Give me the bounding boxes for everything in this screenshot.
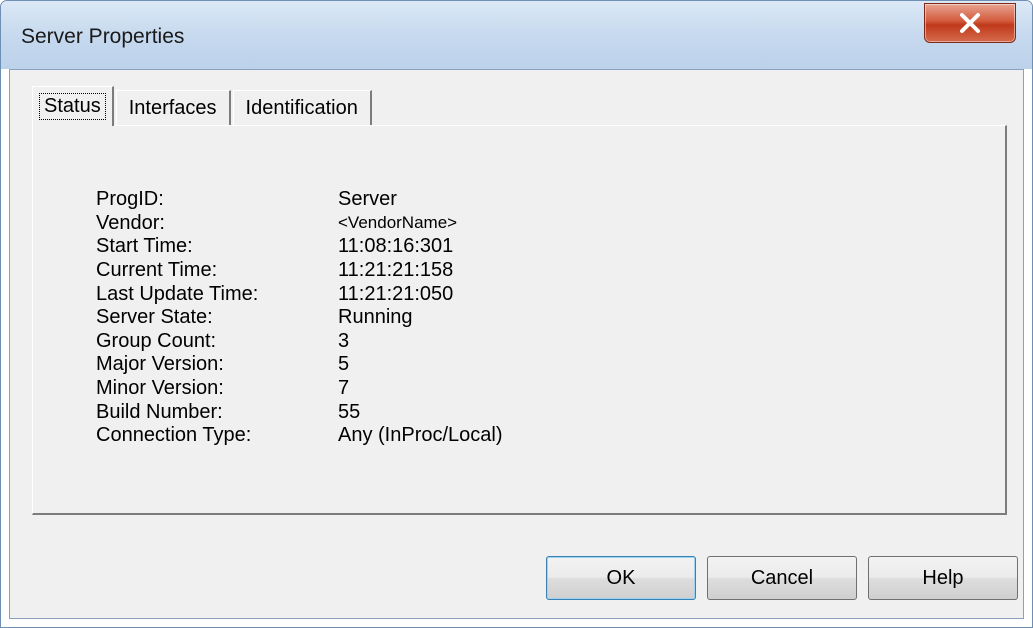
title-bar[interactable]: Server Properties	[1, 1, 1032, 69]
dialog-client-area: Status Interfaces Identification ProgID:…	[9, 69, 1024, 619]
prop-row-build-number: Build Number: 55	[96, 400, 503, 424]
tab-status[interactable]: Status	[32, 86, 114, 126]
prop-row-server-state: Server State: Running	[96, 306, 503, 330]
prop-label: ProgID:	[96, 188, 164, 211]
prop-row-minor-version: Minor Version: 7	[96, 377, 503, 401]
prop-row-current-time: Current Time: 11:21:21:158	[96, 259, 503, 283]
window-title: Server Properties	[21, 25, 185, 48]
tab-identification-label: Identification	[245, 97, 358, 119]
prop-value: 7	[338, 377, 350, 400]
tab-interfaces-label: Interfaces	[128, 97, 217, 119]
prop-row-last-update-time: Last Update Time: 11:21:21:050	[96, 282, 503, 306]
prop-value: Running	[338, 306, 413, 329]
prop-label: Build Number:	[96, 400, 223, 423]
prop-value: Any (InProc/Local)	[338, 424, 503, 447]
close-icon	[960, 13, 980, 33]
prop-value: 55	[338, 400, 361, 423]
prop-label: Minor Version:	[96, 377, 224, 400]
prop-label: Start Time:	[96, 235, 193, 258]
tab-strip: Status Interfaces Identification	[32, 86, 374, 126]
server-properties-dialog: Server Properties Status Interfaces Iden…	[0, 0, 1033, 628]
prop-row-connection-type: Connection Type: Any (InProc/Local)	[96, 424, 503, 448]
prop-value: Server	[338, 188, 397, 211]
tab-identification[interactable]: Identification	[232, 90, 372, 126]
prop-label: Major Version:	[96, 353, 224, 376]
prop-row-vendor: Vendor: <VendorName>	[96, 212, 503, 236]
prop-value: <VendorName>	[338, 213, 458, 233]
prop-row-progid: ProgID: Server	[96, 188, 503, 212]
prop-label: Connection Type:	[96, 424, 252, 447]
cancel-button[interactable]: Cancel	[707, 556, 857, 600]
prop-label: Server State:	[96, 306, 213, 329]
prop-label: Group Count:	[96, 329, 217, 352]
prop-label: Last Update Time:	[96, 282, 259, 305]
prop-value: 5	[338, 353, 350, 376]
close-button[interactable]	[924, 3, 1016, 43]
help-button[interactable]: Help	[868, 556, 1018, 600]
ok-button[interactable]: OK	[546, 556, 696, 600]
tab-interfaces[interactable]: Interfaces	[115, 90, 231, 126]
prop-label: Vendor:	[96, 211, 165, 234]
prop-value: 3	[338, 329, 350, 352]
prop-value: 11:21:21:050	[338, 282, 454, 305]
tab-status-label: Status	[39, 93, 106, 120]
prop-row-major-version: Major Version: 5	[96, 353, 503, 377]
prop-label: Current Time:	[96, 259, 218, 282]
prop-row-group-count: Group Count: 3	[96, 330, 503, 354]
prop-row-start-time: Start Time: 11:08:16:301	[96, 235, 503, 259]
status-properties: ProgID: Server Vendor: <VendorName> Star…	[96, 188, 503, 448]
prop-value: 11:21:21:158	[338, 259, 454, 282]
status-tab-panel: ProgID: Server Vendor: <VendorName> Star…	[32, 125, 1007, 515]
prop-value: 11:08:16:301	[338, 235, 454, 258]
